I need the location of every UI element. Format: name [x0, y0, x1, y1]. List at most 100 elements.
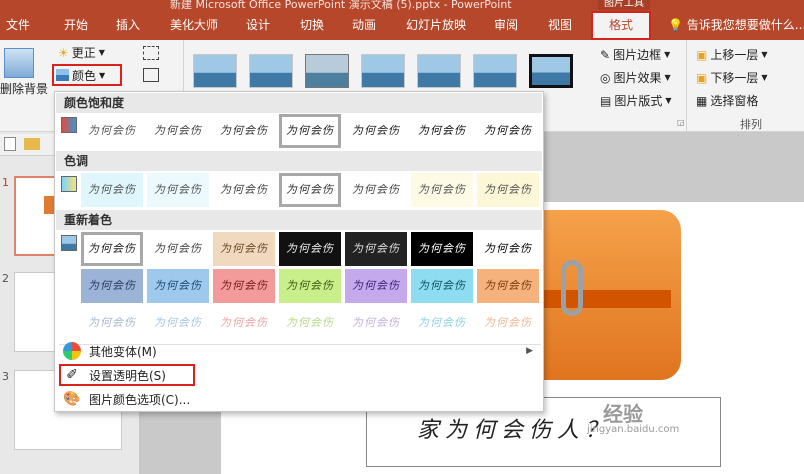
saturation-option[interactable]: 为何会伤	[147, 114, 209, 148]
saturation-option[interactable]: 为何会伤	[81, 114, 143, 148]
style-swatch[interactable]	[305, 54, 349, 88]
tone-option[interactable]: 为何会伤	[81, 173, 143, 207]
tab-format[interactable]: 格式	[591, 11, 651, 40]
recolor-option[interactable]: 为何会伤	[279, 232, 341, 266]
recolor-option[interactable]: 为何会伤	[345, 269, 407, 303]
color-options-label: 图片颜色选项(C)...	[89, 392, 191, 407]
bring-forward-icon: ▣	[696, 47, 708, 62]
color-dropdown-menu: 颜色饱和度 为何会伤 为何会伤 为何会伤 为何会伤 为何会伤 为何会伤 为何会伤…	[54, 91, 544, 412]
tell-me-text: 告诉我您想要做什么...	[686, 18, 804, 32]
tab-design[interactable]: 设计	[246, 16, 270, 33]
recolor-option[interactable]: 为何会伤	[411, 232, 473, 266]
tell-me-search[interactable]: 💡 告诉我您想要做什么...	[668, 16, 804, 33]
recolor-option[interactable]: 为何会伤	[81, 306, 143, 340]
ring-icon	[561, 260, 583, 316]
tab-beautify[interactable]: 美化大师	[170, 16, 218, 33]
more-variations-item[interactable]: 其他变体(M) ▶	[59, 340, 541, 362]
corrections-button[interactable]: ☀ 更正 ▼	[58, 44, 105, 61]
recolor-option[interactable]: 为何会伤	[213, 269, 275, 303]
slide-number: 1	[2, 176, 9, 189]
recolor-option[interactable]: 为何会伤	[345, 232, 407, 266]
recolor-option[interactable]: 为何会伤	[477, 306, 539, 340]
color-label: 颜色	[72, 68, 97, 83]
pencil-icon: ✎	[600, 47, 611, 62]
recolor-option[interactable]: 为何会伤	[477, 232, 539, 266]
saturation-option[interactable]: 为何会伤	[213, 114, 275, 148]
recolor-option[interactable]: 为何会伤	[147, 306, 209, 340]
tab-home[interactable]: 开始	[64, 16, 88, 33]
chevron-down-icon: ▼	[98, 48, 105, 57]
remove-background-label[interactable]: 删除背景	[0, 80, 48, 97]
folder-icon[interactable]	[24, 138, 40, 150]
recolor-option-selected[interactable]: 为何会伤	[81, 232, 143, 266]
style-swatch-selected[interactable]	[529, 54, 573, 88]
send-backward-label: 下移一层	[710, 71, 759, 85]
tab-slideshow[interactable]: 幻灯片放映	[406, 16, 466, 33]
saturation-option[interactable]: 为何会伤	[411, 114, 473, 148]
tab-view[interactable]: 视图	[548, 16, 572, 33]
recolor-option[interactable]: 为何会伤	[213, 306, 275, 340]
more-variations-label: 其他变体(M)	[89, 344, 157, 359]
recolor-option[interactable]: 为何会伤	[411, 269, 473, 303]
gallery-icon	[61, 235, 77, 251]
recolor-option[interactable]: 为何会伤	[345, 306, 407, 340]
lightbulb-icon: 💡	[668, 18, 683, 32]
set-transparent-color-item[interactable]: ✐ 设置透明色(S)	[59, 364, 195, 386]
saturation-option-selected[interactable]: 为何会伤	[279, 114, 341, 148]
bring-forward-button[interactable]: ▣ 上移一层 ▼	[696, 46, 768, 63]
section-header-saturation: 颜色饱和度	[56, 93, 542, 113]
recolor-option[interactable]: 为何会伤	[147, 269, 209, 303]
recolor-option[interactable]: 为何会伤	[477, 269, 539, 303]
style-swatch[interactable]	[193, 54, 237, 88]
tab-insert[interactable]: 插入	[116, 16, 140, 33]
tone-option[interactable]: 为何会伤	[477, 173, 539, 207]
selection-pane-button[interactable]: ▦ 选择窗格	[696, 92, 758, 109]
compress-icon[interactable]	[143, 46, 159, 60]
ribbon-tab-bar: 文件 开始 插入 美化大师 设计 切换 动画 幻灯片放映 审阅 视图 格式 💡 …	[0, 10, 804, 40]
watermark-url: jingyan.baidu.com	[587, 424, 680, 435]
chevron-down-icon: ▼	[665, 96, 672, 105]
remove-background-icon[interactable]	[4, 48, 34, 78]
selection-pane-label: 选择窗格	[710, 94, 759, 108]
dialog-launcher-icon[interactable]: ◲	[677, 118, 685, 127]
tone-option-selected[interactable]: 为何会伤	[279, 173, 341, 207]
tab-animations[interactable]: 动画	[352, 16, 376, 33]
color-picture-icon	[56, 69, 69, 81]
picture-tools-tag: 图片工具	[598, 0, 650, 10]
picture-color-options-item[interactable]: 🎨 图片颜色选项(C)...	[59, 388, 541, 410]
picture-border-button[interactable]: ✎ 图片边框 ▼	[600, 46, 670, 63]
style-swatch[interactable]	[417, 54, 461, 88]
send-backward-button[interactable]: ▣ 下移一层 ▼	[696, 69, 768, 86]
new-section-icon[interactable]	[4, 137, 16, 151]
style-swatch[interactable]	[473, 54, 517, 88]
effects-icon: ◎	[600, 70, 611, 85]
recolor-option[interactable]: 为何会伤	[147, 232, 209, 266]
tab-transitions[interactable]: 切换	[300, 16, 324, 33]
color-button[interactable]: 颜色 ▼	[52, 64, 122, 86]
set-transparent-label: 设置透明色(S)	[89, 368, 166, 383]
recolor-option[interactable]: 为何会伤	[411, 306, 473, 340]
corrections-label: 更正	[71, 46, 96, 60]
style-swatch[interactable]	[361, 54, 405, 88]
tab-review[interactable]: 审阅	[494, 16, 518, 33]
bring-forward-label: 上移一层	[710, 48, 759, 62]
tone-option[interactable]: 为何会伤	[411, 173, 473, 207]
saturation-option[interactable]: 为何会伤	[345, 114, 407, 148]
send-backward-icon: ▣	[696, 70, 708, 85]
tone-option[interactable]: 为何会伤	[147, 173, 209, 207]
picture-effects-button[interactable]: ◎ 图片效果 ▼	[600, 69, 671, 86]
chevron-down-icon: ▼	[664, 50, 671, 59]
picture-layout-button[interactable]: ▤ 图片版式 ▼	[600, 92, 672, 109]
tab-file[interactable]: 文件	[6, 16, 30, 33]
saturation-option[interactable]: 为何会伤	[477, 114, 539, 148]
tone-option[interactable]: 为何会伤	[213, 173, 275, 207]
change-picture-icon[interactable]	[143, 68, 159, 82]
recolor-option[interactable]: 为何会伤	[213, 232, 275, 266]
recolor-option[interactable]: 为何会伤	[279, 306, 341, 340]
title-bar: 新建 Microsoft Office PowerPoint 演示文稿 (5).…	[0, 0, 804, 10]
recolor-option[interactable]: 为何会伤	[279, 269, 341, 303]
chevron-down-icon: ▼	[664, 73, 671, 82]
tone-option[interactable]: 为何会伤	[345, 173, 407, 207]
recolor-option[interactable]: 为何会伤	[81, 269, 143, 303]
style-swatch[interactable]	[249, 54, 293, 88]
